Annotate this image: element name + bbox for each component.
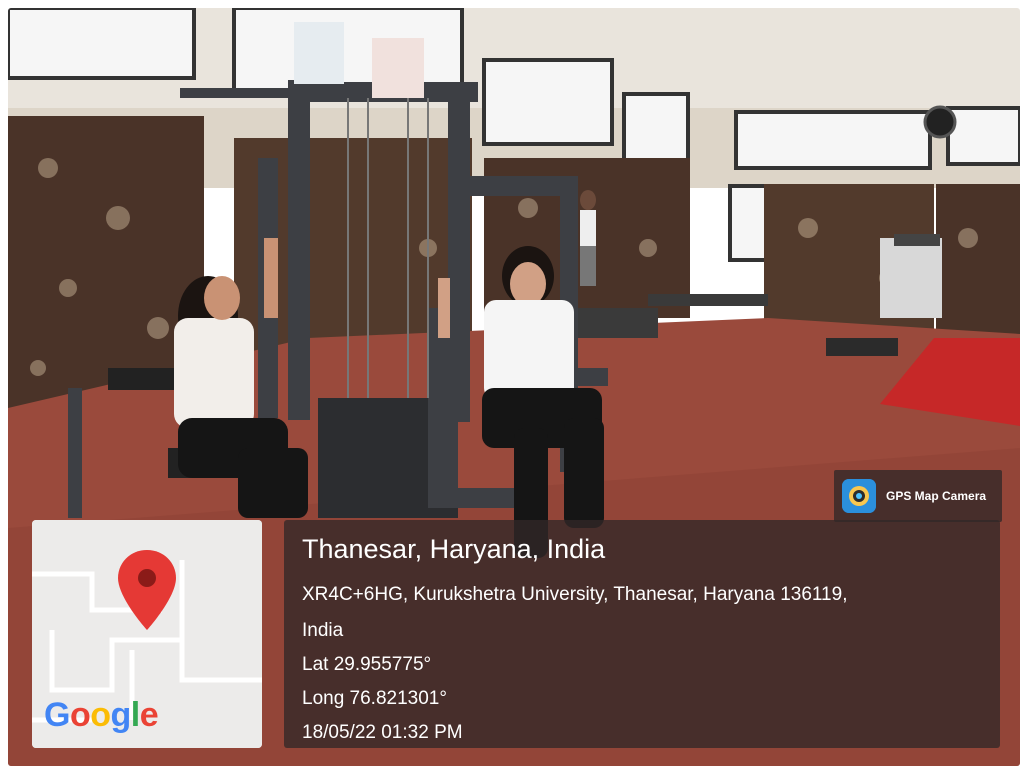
app-name: GPS Map Camera — [886, 489, 987, 503]
location-title: Thanesar, Haryana, India — [302, 534, 606, 564]
photo-frame: GPS Map Camera Google Thanesar, Haryana,… — [8, 8, 1020, 766]
address-line-2: India — [302, 620, 344, 641]
timestamp: 18/05/22 01:32 PM — [302, 722, 463, 743]
google-logo: Google — [44, 696, 159, 734]
latitude: Lat 29.955775° — [302, 654, 432, 675]
wall-clock — [923, 105, 957, 139]
location-info-panel: Thanesar, Haryana, India XR4C+6HG, Kuruk… — [284, 520, 1000, 748]
gps-map-camera-badge: GPS Map Camera — [834, 470, 1002, 522]
camera-globe-icon — [842, 479, 876, 513]
longitude: Long 76.821301° — [302, 688, 447, 709]
person-background — [580, 190, 596, 286]
mini-map: Google — [32, 520, 262, 748]
address-line-1: XR4C+6HG, Kurukshetra University, Thanes… — [302, 584, 848, 605]
